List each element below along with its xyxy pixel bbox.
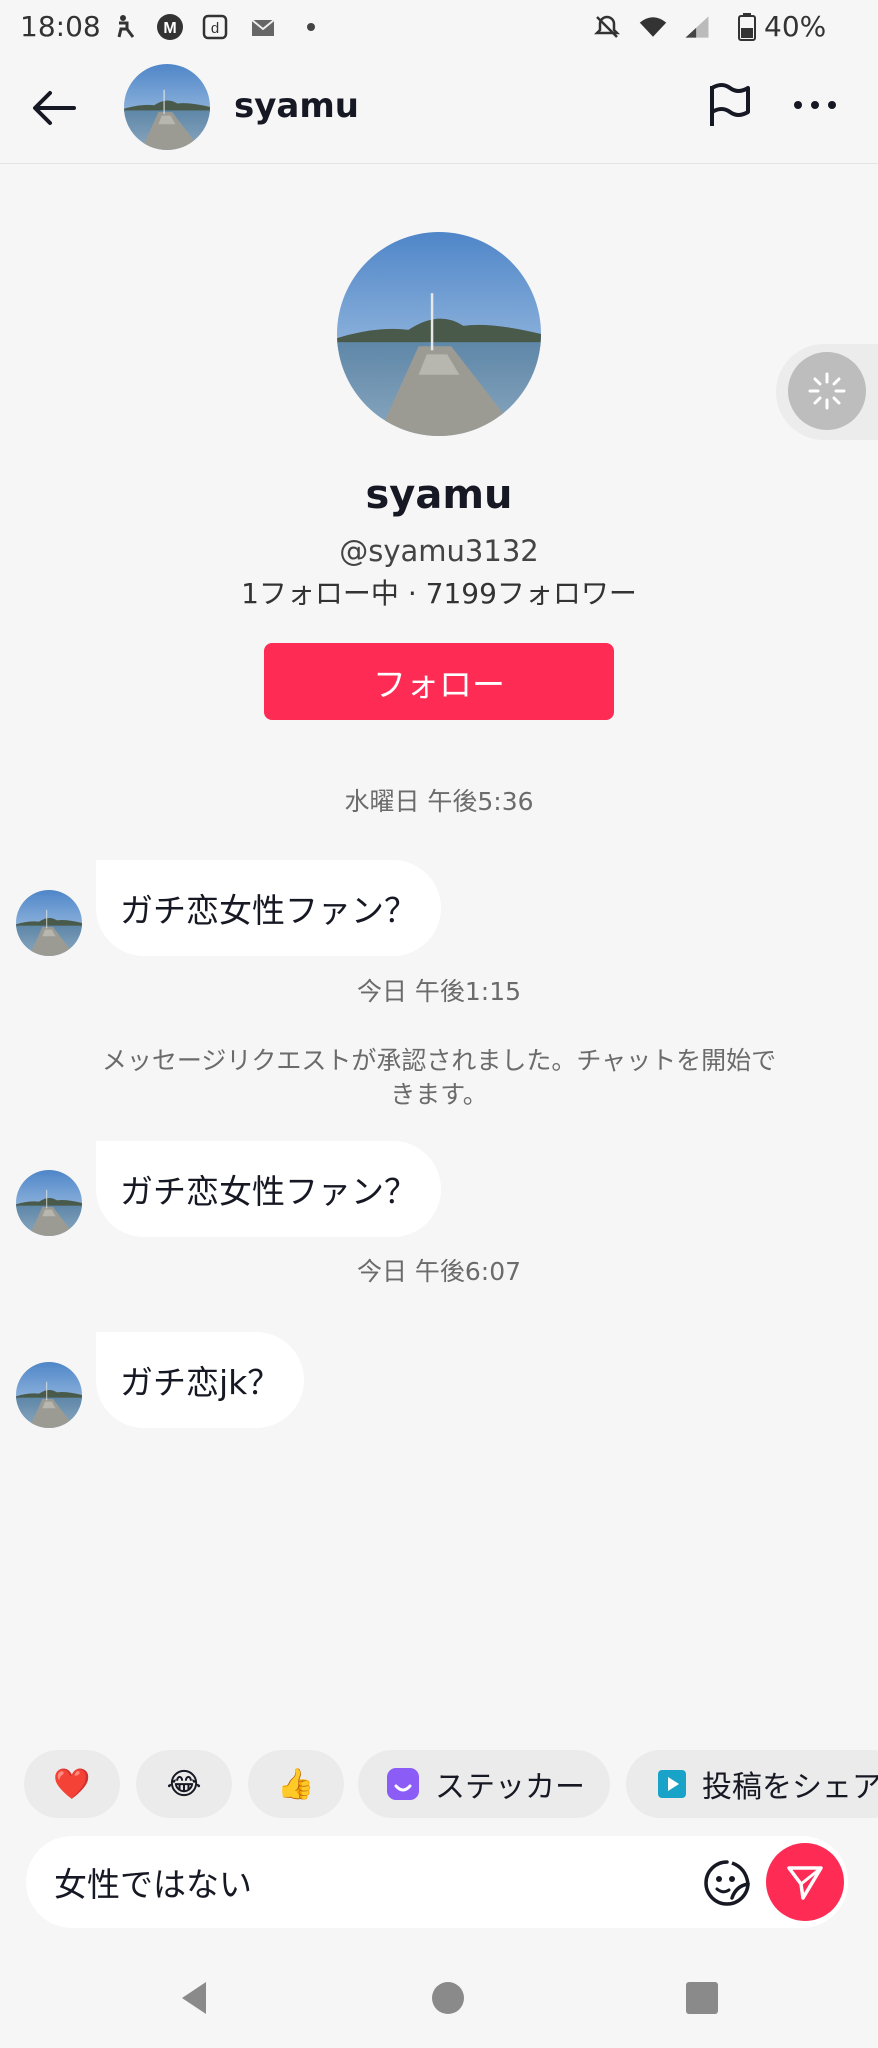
nav-back-button[interactable] [174, 1978, 214, 2018]
more-icon [794, 101, 836, 109]
sparkle-icon [788, 352, 866, 430]
message-bubble[interactable]: ガチ恋jk？ [96, 1332, 305, 1428]
message-text: ガチ恋女性ファン？ [120, 1172, 417, 1211]
message-text: ガチ恋jk？ [120, 1363, 281, 1402]
message-avatar[interactable] [16, 1170, 82, 1236]
profile-name: syamu [365, 472, 513, 518]
chat-header: syamu [0, 56, 878, 164]
laughing-emoji-icon: 😂 [166, 1766, 202, 1802]
send-button[interactable] [766, 1843, 844, 1921]
dot-icon [296, 12, 326, 42]
report-button[interactable] [704, 80, 760, 136]
sticker-button[interactable]: ステッカー [358, 1750, 610, 1818]
back-arrow-icon [33, 91, 76, 125]
thumbs-up-icon: 👍 [277, 1766, 315, 1802]
svg-text:d: d [211, 20, 219, 37]
message-text: ガチ恋女性ファン？ [120, 891, 417, 930]
m-app-icon: M [155, 12, 185, 42]
header-username[interactable]: syamu [234, 86, 359, 126]
flag-icon [710, 83, 750, 126]
nav-recents-button[interactable] [686, 1982, 718, 2014]
send-icon [787, 1866, 823, 1900]
play-icon [658, 1770, 686, 1798]
share-post-label: 投稿をシェア [702, 1770, 878, 1805]
message-input-bar: 女性ではない [26, 1836, 848, 1928]
message-avatar[interactable] [16, 1362, 82, 1428]
status-time: 18:08 [20, 10, 101, 43]
signal-icon [682, 12, 712, 42]
profile-handle: @syamu3132 [339, 534, 539, 568]
sticker-icon [387, 1768, 419, 1800]
header-avatar[interactable] [124, 64, 210, 150]
follow-button[interactable]: フォロー [264, 643, 614, 720]
wifi-icon [638, 12, 668, 42]
sticker-face-icon [704, 1860, 750, 1906]
more-button[interactable] [790, 80, 846, 136]
heart-icon: ❤️ [53, 1766, 91, 1802]
laugh-reaction-button[interactable]: 😂 [136, 1750, 232, 1818]
message-avatar[interactable] [16, 890, 82, 956]
heart-reaction-button[interactable]: ❤️ [24, 1750, 120, 1818]
message-bubble[interactable]: ガチ恋女性ファン？ [96, 860, 441, 956]
system-notice: メッセージリクエストが承認されました。チャットを開始できます。 [101, 1046, 777, 1109]
floating-assistant[interactable] [776, 344, 878, 440]
d-app-icon: d [200, 12, 230, 42]
mail-icon [248, 12, 278, 42]
message-input[interactable]: 女性ではない [54, 1858, 252, 1906]
battery-percent: 40% [764, 10, 827, 43]
sticker-face-button[interactable] [702, 1858, 752, 1908]
nav-home-button[interactable] [432, 1982, 464, 2014]
timestamp: 今日 午後6:07 [356, 1257, 522, 1286]
timestamp: 今日 午後1:15 [356, 977, 522, 1006]
timestamp: 水曜日 午後5:36 [344, 787, 534, 816]
profile-stats: 1フォロー中 · 7199フォロワー [241, 577, 637, 610]
accessibility-icon [110, 12, 140, 42]
nav-back-icon [182, 1982, 206, 2014]
status-bar: 18:08 M d 40% [0, 0, 878, 56]
svg-text:M: M [163, 20, 176, 37]
battery-icon [732, 12, 762, 42]
sticker-label: ステッカー [435, 1770, 585, 1805]
share-post-button[interactable]: 投稿をシェア [626, 1750, 878, 1818]
profile-avatar[interactable] [337, 232, 541, 436]
mute-icon [592, 12, 622, 42]
back-button[interactable] [28, 82, 88, 138]
message-bubble[interactable]: ガチ恋女性ファン？ [96, 1141, 441, 1237]
thumbs-up-reaction-button[interactable]: 👍 [248, 1750, 344, 1818]
